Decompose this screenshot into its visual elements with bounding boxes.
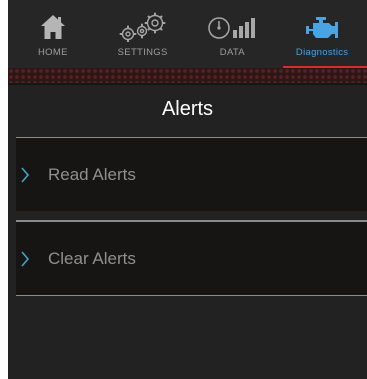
gears-icon (119, 12, 166, 42)
clear-alerts-label: Clear Alerts (48, 248, 136, 268)
divider (16, 295, 367, 296)
tab-diagnostics-label: Diagnostics (295, 47, 349, 58)
chevron-right-icon (21, 250, 30, 267)
app-screen: HOME SETTINGS DATA Diagnostics Alerts Re… (8, 0, 367, 379)
tab-data[interactable]: DATA (188, 0, 278, 68)
engine-icon (306, 17, 339, 38)
home-icon (40, 15, 65, 39)
gauge-icon (208, 17, 256, 39)
tab-home[interactable]: HOME (8, 0, 98, 68)
read-alerts-label: Read Alerts (48, 164, 136, 184)
decorative-band (8, 68, 367, 85)
tab-home-label: HOME (38, 47, 68, 58)
tab-settings[interactable]: SETTINGS (98, 0, 188, 68)
chevron-right-icon (21, 166, 30, 183)
tab-settings-label: SETTINGS (117, 47, 168, 58)
read-alerts-button[interactable]: Read Alerts (16, 137, 367, 211)
top-nav: HOME SETTINGS DATA Diagnostics (8, 0, 367, 68)
page-title: Alerts (161, 98, 214, 120)
clear-alerts-button[interactable]: Clear Alerts (16, 221, 367, 295)
tab-data-label: DATA (219, 47, 245, 58)
tab-diagnostics[interactable]: Diagnostics (277, 0, 367, 68)
